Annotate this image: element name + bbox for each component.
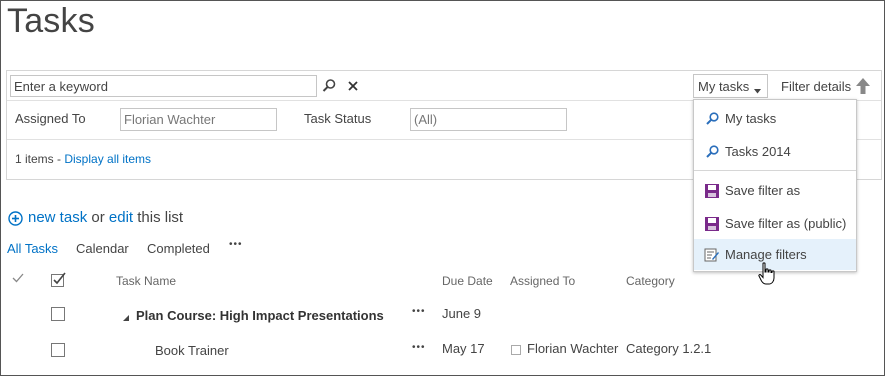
tab-all-tasks[interactable]: All Tasks bbox=[7, 241, 58, 256]
menu-item-label: Tasks 2014 bbox=[725, 144, 791, 159]
column-header-assigned-to[interactable]: Assigned To bbox=[510, 274, 575, 288]
add-icon[interactable] bbox=[8, 211, 23, 226]
task-status-label: Task Status bbox=[304, 111, 372, 126]
due-date: May 17 bbox=[442, 341, 485, 356]
menu-item-label: Save filter as bbox=[725, 183, 801, 198]
hand-cursor-icon bbox=[758, 262, 776, 286]
save-icon bbox=[704, 183, 720, 199]
row-checkbox[interactable] bbox=[51, 343, 65, 357]
column-header-task-name[interactable]: Task Name bbox=[116, 274, 176, 288]
menu-item-label: Manage filters bbox=[725, 247, 807, 262]
new-task-link[interactable]: new task bbox=[28, 209, 87, 226]
manage-filters-icon bbox=[704, 247, 720, 263]
view-selector-menu: My tasks Tasks 2014 Save filter as Save … bbox=[693, 99, 857, 272]
keyword-search-input[interactable] bbox=[10, 75, 317, 97]
menu-item-save-filter-as[interactable]: Save filter as bbox=[694, 175, 856, 205]
menu-item-tasks-2014[interactable]: Tasks 2014 bbox=[694, 136, 856, 166]
task-name[interactable]: Book Trainer bbox=[155, 343, 229, 358]
more-views-button[interactable]: ••• bbox=[229, 239, 243, 250]
or-text: or bbox=[91, 209, 105, 226]
menu-item-label: Save filter as (public) bbox=[725, 216, 847, 231]
chevron-down-icon bbox=[754, 82, 761, 97]
row-checkbox[interactable] bbox=[51, 307, 65, 321]
menu-item-save-filter-as-public[interactable]: Save filter as (public) bbox=[694, 208, 856, 238]
items-count: 1 items - Display all items bbox=[15, 152, 151, 166]
column-header-due-date[interactable]: Due Date bbox=[442, 274, 493, 288]
due-date: June 9 bbox=[442, 306, 482, 321]
tab-calendar[interactable]: Calendar bbox=[76, 241, 129, 256]
close-icon[interactable] bbox=[346, 79, 360, 93]
presence-icon bbox=[511, 345, 521, 355]
checkmark-icon bbox=[12, 272, 24, 284]
filter-details-label: Filter details bbox=[781, 79, 852, 94]
assigned-to-field[interactable] bbox=[120, 108, 277, 131]
view-selector-label: My tasks bbox=[698, 79, 750, 94]
edit-link[interactable]: edit bbox=[109, 209, 133, 226]
collapse-triangle-icon[interactable] bbox=[122, 310, 130, 321]
menu-item-my-tasks[interactable]: My tasks bbox=[694, 103, 856, 133]
row-ellipsis-button[interactable]: ••• bbox=[412, 342, 426, 353]
assigned-to-value[interactable]: Florian Wachter bbox=[527, 341, 618, 356]
assigned-to-label: Assigned To bbox=[15, 111, 86, 126]
tab-completed[interactable]: Completed bbox=[147, 241, 210, 256]
display-all-items-link[interactable]: Display all items bbox=[64, 152, 151, 166]
command-bar: new task or edit this list bbox=[28, 209, 183, 226]
arrow-up-icon[interactable] bbox=[855, 77, 871, 95]
filter-details-link[interactable]: Filter details bbox=[781, 79, 851, 94]
view-selector-dropdown[interactable]: My tasks bbox=[693, 74, 768, 98]
task-status-field[interactable] bbox=[410, 108, 567, 131]
search-icon[interactable] bbox=[321, 78, 337, 94]
select-all-checkbox[interactable] bbox=[51, 272, 67, 288]
menu-item-label: My tasks bbox=[725, 111, 777, 126]
items-count-text: 1 items - bbox=[15, 152, 65, 166]
search-icon bbox=[704, 111, 720, 127]
task-name[interactable]: Plan Course: High Impact Presentations bbox=[136, 308, 384, 323]
category-value: Category 1.2.1 bbox=[626, 341, 712, 356]
row-ellipsis-button[interactable]: ••• bbox=[412, 306, 426, 317]
search-icon bbox=[704, 144, 720, 160]
save-icon bbox=[704, 216, 720, 232]
this-list-text: this list bbox=[137, 209, 184, 226]
page-title: Tasks bbox=[7, 2, 95, 40]
menu-divider bbox=[694, 170, 856, 171]
column-header-category[interactable]: Category bbox=[626, 274, 675, 288]
